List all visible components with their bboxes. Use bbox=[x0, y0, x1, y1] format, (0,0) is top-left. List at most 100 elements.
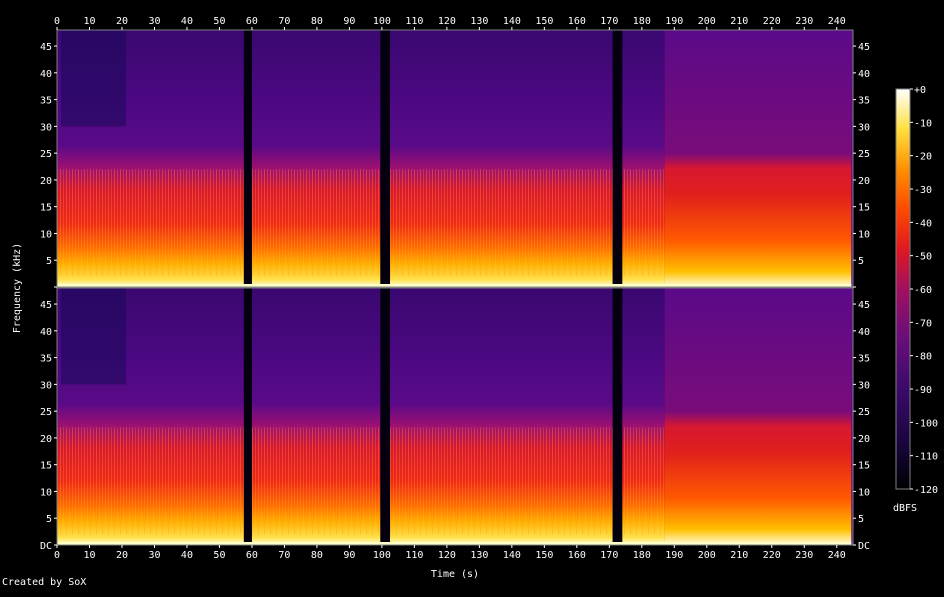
x-tick-label-top: 140 bbox=[503, 16, 521, 27]
colorbar-tick-label: -40 bbox=[914, 218, 932, 229]
y-tick-label-left: DC bbox=[40, 541, 52, 552]
x-tick-label-bottom: 170 bbox=[600, 550, 618, 561]
y-tick-label-right: 5 bbox=[858, 256, 864, 267]
silence-gap-1 bbox=[243, 30, 252, 287]
x-tick-label-bottom: 230 bbox=[795, 550, 813, 561]
x-tick-label-bottom: 130 bbox=[470, 550, 488, 561]
colorbar-tick-label: -10 bbox=[914, 118, 932, 129]
y-tick-label-right: 15 bbox=[858, 461, 870, 472]
dark-hf-region bbox=[61, 30, 126, 127]
colorbar-tick-label: -80 bbox=[914, 352, 932, 363]
x-tick-label-bottom: 70 bbox=[278, 550, 290, 561]
y-tick-label-right: DC bbox=[858, 541, 870, 552]
colorbar-scale bbox=[895, 88, 911, 490]
x-tick-label-top: 170 bbox=[600, 16, 618, 27]
x-tick-label-bottom: 110 bbox=[405, 550, 423, 561]
channel-panel-2 bbox=[57, 288, 853, 545]
x-tick-label-top: 220 bbox=[763, 16, 781, 27]
x-tick-label-bottom: 150 bbox=[535, 550, 553, 561]
x-tick-label-top: 240 bbox=[828, 16, 846, 27]
y-tick-label-left: 30 bbox=[40, 380, 52, 391]
colorbar-tick-label: -50 bbox=[914, 252, 932, 263]
y-tick-label-right: 30 bbox=[858, 380, 870, 391]
x-tick-label-bottom: 40 bbox=[181, 550, 193, 561]
x-tick-label-top: 190 bbox=[665, 16, 683, 27]
y-tick-label-left: 45 bbox=[40, 42, 52, 53]
x-tick-label-bottom: 10 bbox=[83, 550, 95, 561]
x-tick-label-top: 230 bbox=[795, 16, 813, 27]
spectrum-tail bbox=[664, 30, 852, 287]
colorbar-tick-label: -90 bbox=[914, 385, 932, 396]
y-tick-label-right: 40 bbox=[858, 327, 870, 338]
y-tick-label-right: 45 bbox=[858, 42, 870, 53]
silence-gap-1 bbox=[243, 288, 252, 545]
silence-gap-3 bbox=[612, 288, 623, 545]
y-tick-label-right: 5 bbox=[858, 514, 864, 525]
x-tick-label-top: 100 bbox=[373, 16, 391, 27]
silence-gap-2 bbox=[380, 288, 391, 545]
y-tick-label-right: 25 bbox=[858, 407, 870, 418]
dark-hf-region bbox=[61, 288, 126, 385]
colorbar-tick-label: -60 bbox=[914, 285, 932, 296]
y-tick-label-left: 5 bbox=[46, 256, 52, 267]
x-tick-label-bottom: 240 bbox=[828, 550, 846, 561]
x-tick-label-top: 90 bbox=[343, 16, 355, 27]
y-tick-label-left: 25 bbox=[40, 407, 52, 418]
silence-gap-2 bbox=[380, 30, 391, 287]
x-tick-label-top: 210 bbox=[730, 16, 748, 27]
y-tick-label-left: 5 bbox=[46, 514, 52, 525]
x-tick-label-top: 130 bbox=[470, 16, 488, 27]
colorbar-tick-label: +0 bbox=[914, 85, 926, 96]
spectrogram-chart: 5 5 10 10 15 15 20 20 25 25 30 30 35 35 40 40 45 45 DC DC 5 5… bbox=[12, 16, 938, 580]
x-tick-label-bottom: 0 bbox=[54, 550, 60, 561]
colorbar-tick-label: -120 bbox=[914, 485, 938, 496]
x-tick-label-bottom: 120 bbox=[438, 550, 456, 561]
x-tick-label-top: 60 bbox=[246, 16, 258, 27]
y-tick-label-right: 15 bbox=[858, 203, 870, 214]
silence-gap-3 bbox=[612, 30, 623, 287]
colorbar-tick-label: -30 bbox=[914, 185, 932, 196]
y-tick-label-left: 15 bbox=[40, 203, 52, 214]
x-tick-label-top: 10 bbox=[83, 16, 95, 27]
x-tick-label-top: 150 bbox=[535, 16, 553, 27]
x-tick-label-bottom: 220 bbox=[763, 550, 781, 561]
colorbar-tick-label: -70 bbox=[914, 318, 932, 329]
colorbar-tick-label: -100 bbox=[914, 418, 938, 429]
x-tick-label-top: 70 bbox=[278, 16, 290, 27]
colorbar-tick-label: -110 bbox=[914, 452, 938, 463]
transient-streaks bbox=[57, 169, 665, 277]
spectrogram-figure: 5 5 10 10 15 15 20 20 25 25 30 30 35 35 40 40 45 45 DC DC 5 5… bbox=[0, 0, 944, 593]
y-tick-label-left: 15 bbox=[40, 461, 52, 472]
y-tick-label-right: 45 bbox=[858, 300, 870, 311]
y-tick-label-right: 20 bbox=[858, 434, 870, 445]
y-tick-label-right: 10 bbox=[858, 487, 870, 498]
x-tick-label-top: 20 bbox=[116, 16, 128, 27]
y-tick-label-right: 25 bbox=[858, 149, 870, 160]
x-tick-label-top: 180 bbox=[633, 16, 651, 27]
x-tick-label-bottom: 80 bbox=[311, 550, 323, 561]
credit-text: Created by SoX bbox=[2, 577, 87, 588]
x-tick-label-top: 80 bbox=[311, 16, 323, 27]
y-tick-label-left: 40 bbox=[40, 327, 52, 338]
x-tick-label-top: 40 bbox=[181, 16, 193, 27]
y-tick-label-right: 40 bbox=[858, 69, 870, 80]
y-tick-label-left: 30 bbox=[40, 122, 52, 133]
colorbar-label: dBFS bbox=[893, 503, 917, 514]
x-tick-label-top: 0 bbox=[54, 16, 60, 27]
y-tick-label-left: 40 bbox=[40, 69, 52, 80]
y-axis-label: Frequency (kHz) bbox=[12, 243, 23, 333]
x-tick-label-top: 200 bbox=[698, 16, 716, 27]
y-tick-label-left: 20 bbox=[40, 176, 52, 187]
x-tick-label-bottom: 60 bbox=[246, 550, 258, 561]
x-tick-label-bottom: 180 bbox=[633, 550, 651, 561]
x-tick-label-top: 30 bbox=[148, 16, 160, 27]
y-tick-label-right: 20 bbox=[858, 176, 870, 187]
y-tick-label-left: 10 bbox=[40, 229, 52, 240]
x-tick-label-bottom: 200 bbox=[698, 550, 716, 561]
x-axis-label: Time (s) bbox=[431, 569, 479, 580]
y-tick-label-left: 45 bbox=[40, 300, 52, 311]
y-tick-label-right: 35 bbox=[858, 96, 870, 107]
y-tick-label-left: 25 bbox=[40, 149, 52, 160]
x-tick-label-bottom: 190 bbox=[665, 550, 683, 561]
channel-panel-1 bbox=[57, 30, 853, 287]
